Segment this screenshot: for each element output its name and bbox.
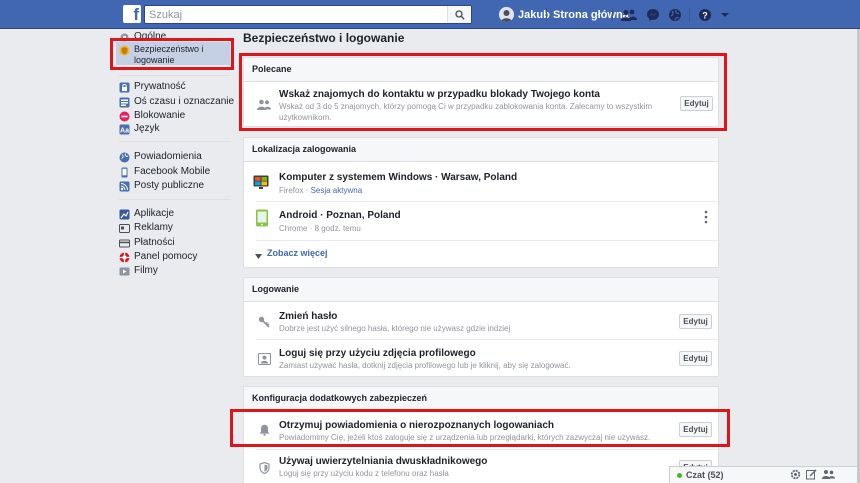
login-card: Logowanie Zmień hasło Dobrze jest użyć s…: [243, 277, 719, 377]
mobile-phone-icon: [119, 167, 130, 178]
sidebar-item-mobile[interactable]: Facebook Mobile: [111, 166, 210, 178]
row-description: Zamiast używać hasła, dotknij zdjęcia pr…: [279, 361, 571, 370]
sidebar-item-apps[interactable]: Aplikacje: [111, 208, 174, 220]
profile-picture-login-row[interactable]: Loguj się przy użyciu zdjęcia profiloweg…: [244, 340, 718, 377]
avatar[interactable]: [499, 7, 514, 22]
apps-icon: [119, 209, 130, 220]
home-link[interactable]: Strona główna: [553, 9, 629, 21]
friend-requests-icon[interactable]: [621, 7, 637, 23]
nav-divider: [689, 8, 690, 22]
highlight-box-recommended: [239, 53, 727, 131]
globe-notifications-icon[interactable]: [667, 7, 683, 23]
sidebar-item-label: Prywatność: [134, 81, 186, 92]
highlight-box-security: [110, 38, 234, 70]
help-icon[interactable]: ?: [697, 7, 713, 23]
nav-divider: [612, 8, 613, 22]
session-title: Android · Poznan, Poland: [279, 210, 401, 221]
change-password-row[interactable]: Zmień hasło Dobrze jest użyć silnego has…: [244, 302, 718, 339]
messenger-icon[interactable]: [645, 7, 661, 23]
chevron-down-icon[interactable]: [717, 7, 733, 23]
sidebar-item-label: Język: [134, 123, 160, 134]
facebook-logo[interactable]: f: [123, 5, 141, 23]
sidebar-item-label: Facebook Mobile: [134, 166, 211, 177]
sidebar-item-label: Blokowanie: [134, 110, 186, 121]
svg-text:Aa: Aa: [120, 128, 129, 135]
globe-icon: [119, 152, 130, 163]
sidebar-divider: [119, 199, 231, 200]
sidebar-item-support[interactable]: Panel pomocy: [111, 251, 197, 263]
sidebar-item-label: Powiadomienia: [134, 151, 202, 162]
credit-card-icon: [119, 238, 130, 249]
block-icon: [119, 111, 130, 122]
sidebar-item-ads[interactable]: Reklamy: [111, 222, 173, 234]
two-factor-row[interactable]: Używaj uwierzytelniania dwuskładnikowego…: [244, 450, 718, 483]
sidebar-item-videos[interactable]: Filmy: [111, 265, 158, 277]
desktop-computer-icon: [253, 174, 269, 190]
session-meta: Chrome · 8 godz. temu: [279, 224, 361, 233]
sidebar-item-label: Panel pomocy: [134, 251, 198, 262]
session-row-android[interactable]: Android · Poznan, Poland Chrome · 8 godz…: [244, 202, 718, 240]
sidebar-item-label: Filmy: [134, 265, 158, 276]
row-title: Używaj uwierzytelniania dwuskładnikowego: [279, 456, 488, 467]
sidebar-item-payments[interactable]: Płatności: [111, 237, 175, 249]
more-options-icon[interactable]: [703, 210, 709, 224]
row-description: Dobrze jest użyć silnego hasła, którego …: [279, 324, 511, 333]
row-title: Loguj się przy użyciu zdjęcia profiloweg…: [279, 348, 476, 359]
sidebar-item-privacy[interactable]: Prywatność: [111, 81, 186, 93]
edit-password-button[interactable]: Edytuj: [679, 314, 712, 329]
sidebar-item-label: Oś czasu i oznaczanie: [134, 96, 235, 107]
profile-picture-icon: [256, 351, 272, 367]
sidebar-item-blocking[interactable]: Blokowanie: [111, 110, 185, 122]
search-icon: [454, 9, 465, 20]
row-description: Loguj się przy użyciu kodu z telefonu or…: [279, 469, 449, 478]
android-phone-icon: [254, 209, 270, 227]
sidebar-item-public-posts[interactable]: Posty publiczne: [111, 180, 204, 192]
nav-divider: [546, 8, 547, 22]
section-header: Logowanie: [244, 278, 718, 302]
sidebar-item-notifications[interactable]: Powiadomienia: [111, 151, 202, 163]
search-input[interactable]: [145, 6, 445, 23]
chat-label: Czat (52): [686, 470, 724, 480]
film-icon: [119, 266, 130, 277]
online-status-dot: [677, 473, 682, 478]
group-chat-icon[interactable]: [822, 469, 835, 483]
row-title: Zmień hasło: [279, 311, 338, 322]
sidebar-item-language[interactable]: Aa Język: [111, 123, 160, 135]
session-meta: Firefox · Sesja aktywna: [279, 186, 363, 195]
sidebar-divider: [119, 75, 231, 76]
search-button[interactable]: [447, 6, 471, 23]
top-bar: f Jakub Strona główna ?: [0, 0, 860, 29]
sidebar-item-label: Aplikacje: [134, 208, 175, 219]
shield-icon: [256, 460, 272, 476]
triangle-down-icon: [255, 250, 262, 262]
session-title: Komputer z systemem Windows · Warsaw, Po…: [279, 172, 518, 183]
see-more-link[interactable]: Zobacz więcej: [267, 248, 328, 258]
svg-text:?: ?: [702, 11, 708, 21]
search-box: [144, 5, 472, 24]
timeline-icon: [119, 97, 130, 108]
gear-icon[interactable]: [790, 469, 801, 483]
see-more-row[interactable]: Zobacz więcej: [244, 241, 718, 268]
session-row-windows[interactable]: Komputer z systemem Windows · Warsaw, Po…: [244, 162, 718, 201]
highlight-box-login-alerts: [230, 409, 730, 447]
section-header: Konfiguracja dodatkowych zabezpieczeń: [244, 387, 718, 411]
lifebuoy-icon: [119, 252, 130, 263]
key-icon: [256, 314, 272, 330]
sidebar-divider: [119, 141, 231, 142]
edit-profile-picture-login-button[interactable]: Edytuj: [679, 351, 712, 366]
sidebar-item-label: Posty publiczne: [134, 180, 205, 191]
chat-bar[interactable]: Czat (52): [669, 466, 860, 483]
sidebar-item-label: Reklamy: [134, 222, 173, 233]
language-icon: Aa: [119, 124, 130, 135]
page-title: Bezpieczeństwo i logowanie: [243, 31, 405, 45]
section-header: Lokalizacja zalogowania: [244, 138, 718, 162]
compose-icon[interactable]: [806, 469, 817, 483]
rss-icon: [119, 181, 130, 192]
ads-icon: [119, 223, 130, 234]
active-session-link[interactable]: Sesja aktywna: [311, 186, 363, 195]
login-location-card: Lokalizacja zalogowania Komputer z syste…: [243, 137, 719, 268]
lock-icon: [119, 82, 130, 93]
sidebar-item-label: Płatności: [134, 237, 175, 248]
sidebar-item-timeline[interactable]: Oś czasu i oznaczanie: [111, 96, 234, 108]
